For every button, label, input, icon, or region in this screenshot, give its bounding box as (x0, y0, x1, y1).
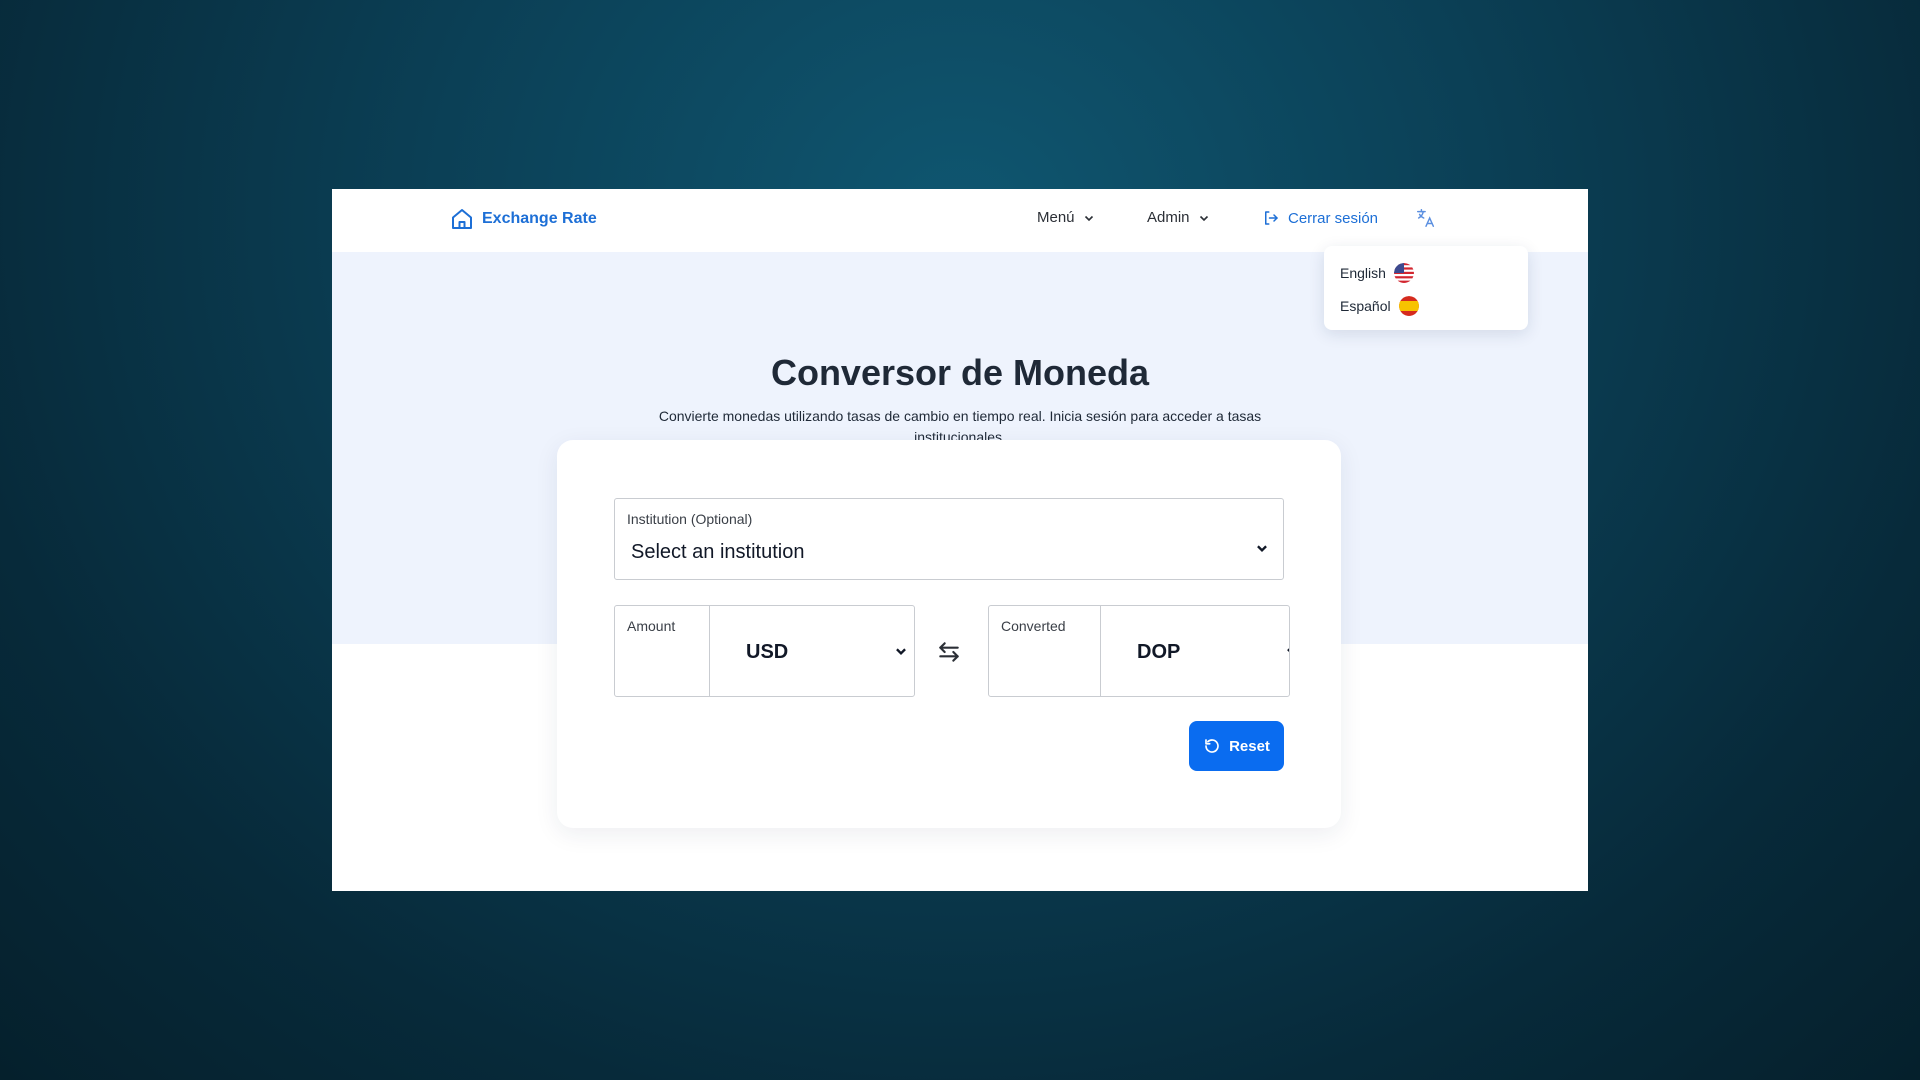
converted-output: Converted (989, 606, 1101, 696)
swap-currencies-button[interactable] (936, 639, 962, 665)
us-flag-icon (1393, 262, 1414, 283)
translate-icon (1417, 209, 1435, 227)
chevron-down-icon (1287, 648, 1289, 652)
reset-label: Reset (1229, 737, 1270, 755)
chevron-down-icon (1257, 545, 1267, 552)
language-option-label: English (1340, 264, 1386, 281)
converted-group: Converted DOP (988, 605, 1290, 697)
app-window: Exchange Rate Menú Admin Cerrar sesión C… (332, 189, 1588, 891)
brand-link[interactable]: Exchange Rate (450, 207, 597, 231)
language-option-english[interactable]: English (1340, 256, 1512, 289)
language-dropdown: English Español (1324, 246, 1528, 330)
amount-label: Amount (627, 618, 676, 634)
reset-icon (1205, 739, 1219, 753)
logout-button[interactable]: Cerrar sesión (1262, 209, 1378, 227)
chevron-down-icon (1199, 215, 1208, 221)
nav-admin-dropdown[interactable]: Admin (1147, 209, 1210, 226)
institution-select[interactable]: Institution (Optional) Select an institu… (614, 498, 1284, 580)
converted-label: Converted (1001, 618, 1066, 634)
institution-value: Select an institution (631, 541, 805, 563)
language-option-label: Español (1340, 297, 1391, 314)
to-currency-select[interactable]: DOP (1101, 606, 1289, 696)
spain-flag-icon (1398, 295, 1419, 316)
swap-icon (939, 642, 959, 662)
to-currency-value: DOP (1137, 641, 1181, 663)
from-currency-value: USD (746, 641, 789, 663)
chevron-down-icon (896, 648, 906, 655)
chevron-down-icon (1084, 215, 1093, 221)
nav-menu-dropdown[interactable]: Menú (1037, 209, 1095, 226)
logout-label: Cerrar sesión (1288, 209, 1379, 227)
amount-group: Amount USD (614, 605, 915, 697)
reset-button[interactable]: Reset (1189, 721, 1284, 771)
from-currency-select[interactable]: USD (710, 606, 914, 696)
language-option-spanish[interactable]: Español (1340, 289, 1512, 322)
language-toggle-button[interactable] (1415, 207, 1437, 229)
converter-card: Institution (Optional) Select an institu… (557, 440, 1341, 828)
institution-label: Institution (Optional) (627, 511, 753, 527)
page-title: Conversor de Moneda (770, 352, 1150, 393)
nav-admin-label: Admin (1147, 209, 1190, 226)
navbar: Exchange Rate Menú Admin Cerrar sesión (332, 189, 1588, 252)
amount-input[interactable]: Amount (615, 606, 710, 696)
logout-icon (1265, 211, 1278, 225)
nav-menu-label: Menú (1037, 209, 1075, 226)
home-icon (452, 209, 472, 229)
brand-label: Exchange Rate (482, 210, 597, 227)
